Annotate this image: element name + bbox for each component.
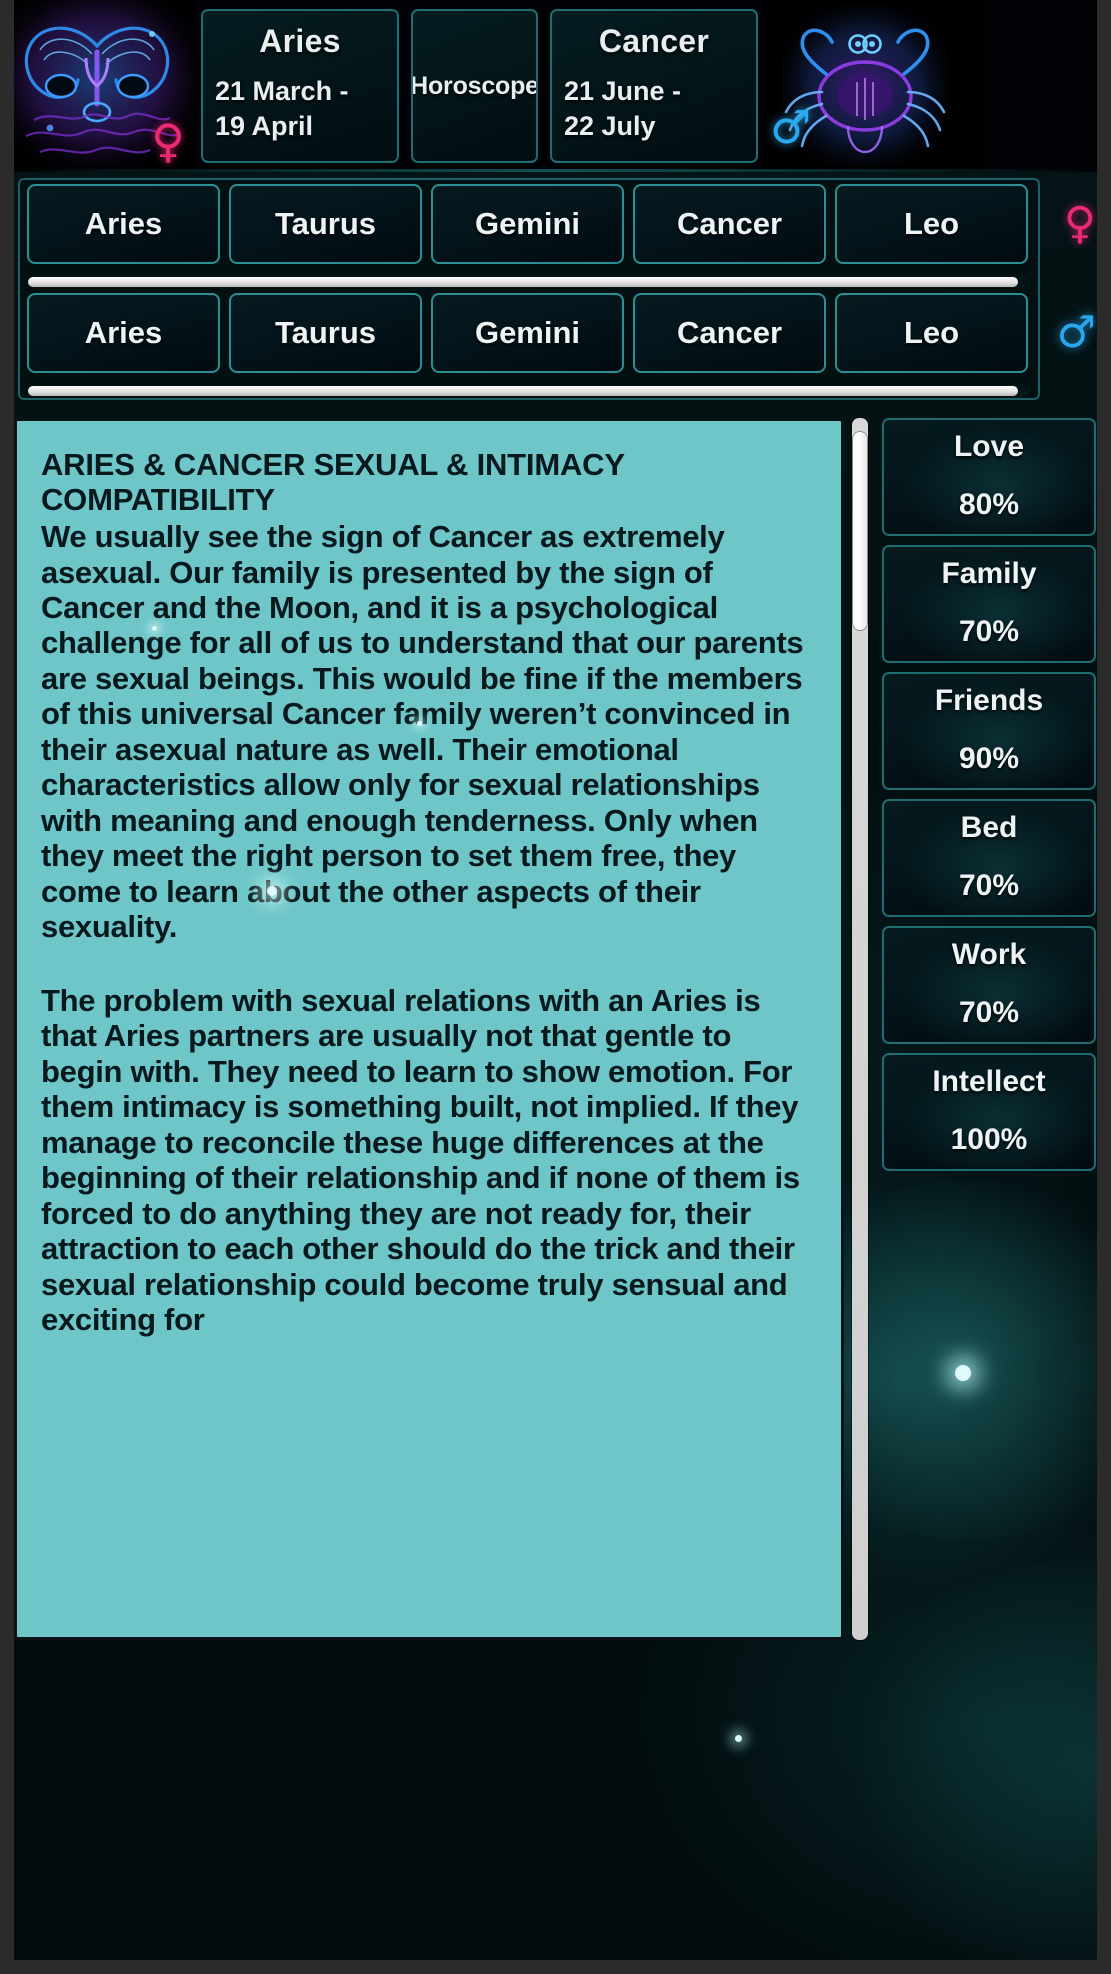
aries-name: Aries — [259, 23, 341, 59]
stat-label: Work — [951, 938, 1027, 971]
reading-paragraph-1: We usually see the sign of Cancer as ext… — [41, 519, 804, 945]
reading-heading: ARIES & CANCER SEXUAL & INTIMACY COMPATI… — [41, 447, 625, 518]
bottom-chrome-bar — [0, 1960, 1111, 1974]
horoscope-label-card[interactable]: Horoscope — [411, 9, 538, 163]
stat-card-love[interactable]: Love 80% — [882, 418, 1096, 536]
stat-card-intellect[interactable]: Intellect 100% — [882, 1053, 1096, 1171]
sign-button-taurus-female[interactable]: Taurus — [229, 184, 422, 264]
stat-card-work[interactable]: Work 70% — [882, 926, 1096, 1044]
mars-symbol-icon: ♂ — [1056, 307, 1096, 358]
venus-symbol-icon: ♀ — [151, 114, 185, 168]
stat-label: Friends — [934, 684, 1044, 717]
stat-label: Intellect — [932, 1065, 1046, 1098]
cancer-date-range: 21 June - 22 July — [564, 76, 682, 141]
reading-paragraph-2: The problem with sexual relations with a… — [41, 982, 800, 1338]
stat-value: 90% — [958, 742, 1020, 775]
aries-sign-artwork[interactable]: ♀ — [0, 0, 195, 172]
aries-date-range: 21 March - 19 April — [215, 76, 349, 141]
cancer-name: Cancer — [598, 23, 710, 59]
horizontal-scrollbar-female[interactable] — [28, 276, 1028, 288]
sign-selector-track-male[interactable]: Aries Taurus Gemini Cancer Leo — [24, 293, 1034, 373]
stat-value: 70% — [958, 615, 1020, 648]
sign-button-gemini-female[interactable]: Gemini — [431, 184, 624, 264]
decorative-star — [735, 1735, 742, 1742]
cancer-info-card[interactable]: Cancer 21 June - 22 July — [550, 9, 758, 163]
horoscope-app: ♀ Aries 21 March - 19 April Horoscope Ca… — [0, 0, 1111, 1960]
sign-button-cancer-female[interactable]: Cancer — [633, 184, 826, 264]
sign-button-leo-female[interactable]: Leo — [835, 184, 1028, 264]
scrollbar-thumb[interactable] — [28, 386, 1018, 396]
sign-button-taurus-male[interactable]: Taurus — [229, 293, 422, 373]
content-area: ARIES & CANCER SEXUAL & INTIMACY COMPATI… — [14, 418, 1096, 1640]
sign-button-leo-male[interactable]: Leo — [835, 293, 1028, 373]
vertical-scrollbar[interactable] — [852, 418, 868, 1640]
compatibility-stats-list: Love 80% Family 70% Friends 90% Bed 70% … — [882, 418, 1096, 1171]
sign-selector-track-female[interactable]: Aries Taurus Gemini Cancer Leo — [24, 184, 1034, 264]
right-chrome-rail — [1097, 0, 1111, 1960]
venus-symbol-icon: ♀ — [1063, 198, 1096, 249]
stat-label: Family — [941, 557, 1037, 590]
sign-button-aries-male[interactable]: Aries — [27, 293, 220, 373]
mars-symbol-icon: ♂ — [770, 100, 812, 154]
sign-button-gemini-male[interactable]: Gemini — [431, 293, 624, 373]
scrollbar-thumb[interactable] — [28, 277, 1018, 287]
stat-value: 70% — [958, 996, 1020, 1029]
sign-selector-row-female: Aries Taurus Gemini Cancer Leo ♀ — [24, 184, 1096, 288]
stat-value: 70% — [958, 869, 1020, 902]
scrollbar-thumb[interactable] — [853, 432, 867, 630]
sign-selector-panel: Aries Taurus Gemini Cancer Leo ♀ Aries T… — [18, 178, 1096, 400]
stat-card-bed[interactable]: Bed 70% — [882, 799, 1096, 917]
sign-selector-row-male: Aries Taurus Gemini Cancer Leo ♂ — [24, 293, 1096, 397]
stat-label: Love — [953, 430, 1025, 463]
stat-label: Bed — [960, 811, 1018, 844]
stat-card-friends[interactable]: Friends 90% — [882, 672, 1096, 790]
cancer-sign-artwork[interactable]: ♂ — [764, 0, 986, 172]
left-chrome-rail — [0, 0, 14, 1960]
aries-info-card[interactable]: Aries 21 March - 19 April — [201, 9, 399, 163]
reading-text: ARIES & CANCER SEXUAL & INTIMACY COMPATI… — [17, 421, 841, 1338]
horizontal-scrollbar-male[interactable] — [28, 385, 1028, 397]
header-bar: ♀ Aries 21 March - 19 April Horoscope Ca… — [0, 0, 1111, 172]
stat-card-family[interactable]: Family 70% — [882, 545, 1096, 663]
stat-value: 100% — [950, 1123, 1028, 1156]
sign-button-aries-female[interactable]: Aries — [27, 184, 220, 264]
horoscope-label: Horoscope — [411, 71, 538, 100]
sign-button-cancer-male[interactable]: Cancer — [633, 293, 826, 373]
compatibility-reading-panel[interactable]: ARIES & CANCER SEXUAL & INTIMACY COMPATI… — [14, 418, 844, 1640]
stat-value: 80% — [958, 488, 1020, 521]
